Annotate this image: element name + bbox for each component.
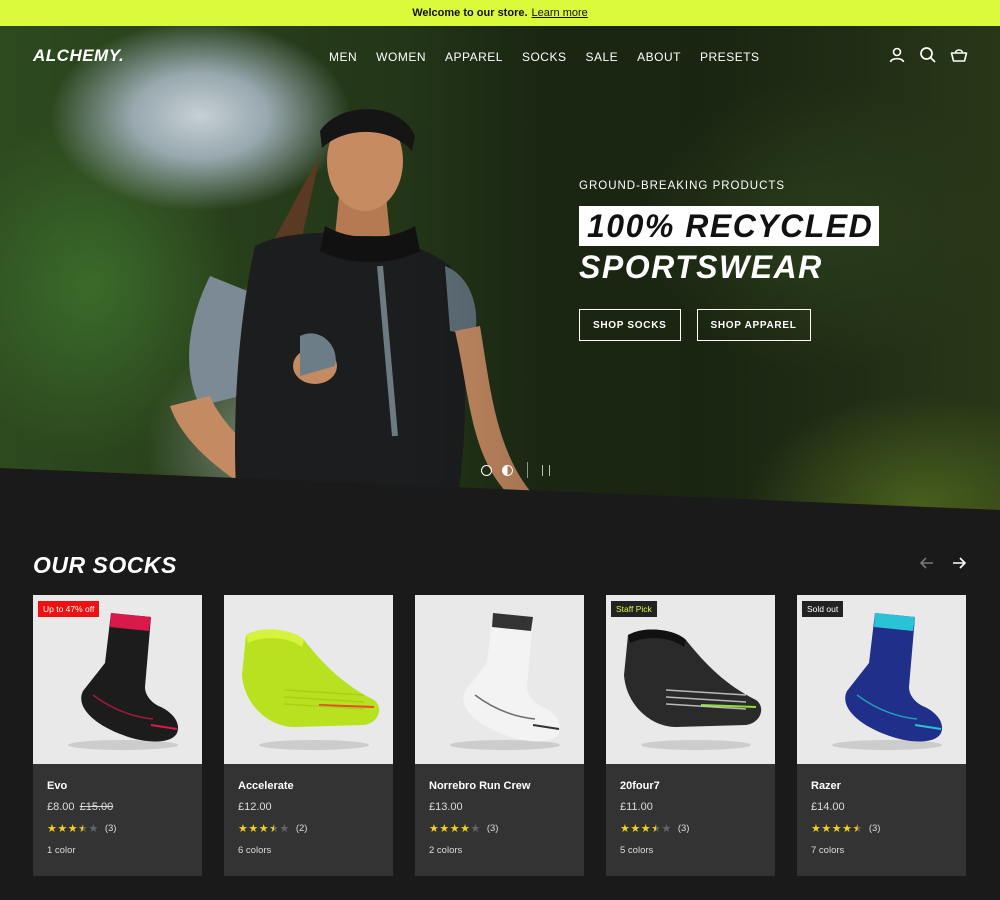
product-image[interactable]: Staff Pick: [606, 595, 775, 764]
review-count: (2): [295, 823, 308, 834]
product-price: £13.00: [429, 801, 463, 813]
slider-controls: [481, 462, 550, 478]
star-rating: ★★★★★: [811, 823, 863, 835]
nav-item-socks[interactable]: SOCKS: [522, 50, 567, 64]
product-rating: ★★★★★ (3): [811, 822, 952, 835]
arrow-right-icon[interactable]: [951, 555, 967, 571]
arrow-left-icon[interactable]: [919, 555, 935, 571]
color-count: 2 colors: [429, 845, 463, 856]
color-count: 6 colors: [238, 845, 272, 856]
sock-image: [242, 629, 380, 750]
announcement-bar: Welcome to our store. Learn more: [0, 0, 1000, 26]
product-image[interactable]: Up to 47% off: [33, 595, 202, 764]
product-price: £14.00: [811, 801, 845, 813]
shop-apparel-button[interactable]: SHOP APPAREL: [696, 309, 811, 341]
hero-banner: ALCHEMY. MEN WOMEN APPAREL SOCKS SALE AB…: [0, 26, 1000, 510]
product-name[interactable]: Norrebro Run Crew: [429, 780, 570, 792]
review-count: (3): [868, 823, 881, 834]
product-price: £8.00 £15.00: [47, 801, 188, 813]
slide-dot-1[interactable]: [481, 464, 492, 476]
nav-icons: [888, 46, 968, 64]
slider-divider: [527, 462, 528, 478]
section-title: OUR SOCKS: [33, 552, 177, 578]
product-card[interactable]: Accelerate £12.00 ★★★★★ (2) 6 colors: [224, 595, 393, 876]
product-card[interactable]: Staff Pick 20four7 £11.00 ★★★★★ (3) 5 col…: [606, 595, 775, 876]
product-rating: ★★★★★ (2): [238, 822, 379, 835]
shop-socks-button[interactable]: SHOP SOCKS: [579, 309, 681, 341]
review-count: (3): [677, 823, 690, 834]
main-nav: ALCHEMY. MEN WOMEN APPAREL SOCKS SALE AB…: [0, 26, 1000, 86]
hero-cta-row: SHOP SOCKS SHOP APPAREL: [579, 309, 879, 341]
product-image[interactable]: [415, 595, 584, 764]
product-name[interactable]: Accelerate: [238, 780, 379, 792]
product-name[interactable]: Razer: [811, 780, 952, 792]
product-price: £11.00: [620, 801, 653, 813]
review-count: (3): [486, 823, 499, 834]
sold-out-badge: Sold out: [802, 601, 844, 617]
sock-image: [68, 613, 179, 750]
nav-item-presets[interactable]: PRESETS: [700, 50, 760, 64]
slide-dot-2[interactable]: [502, 464, 513, 476]
product-name[interactable]: Evo: [47, 780, 188, 792]
staff-pick-badge: Staff Pick: [611, 601, 657, 617]
nav-item-about[interactable]: ABOUT: [637, 50, 681, 64]
product-price: £12.00: [238, 801, 272, 813]
carousel-arrows: [919, 555, 967, 571]
nav-item-men[interactable]: MEN: [329, 50, 357, 64]
product-image[interactable]: Sold out: [797, 595, 966, 764]
basket-icon[interactable]: [950, 46, 968, 64]
nav-item-apparel[interactable]: APPAREL: [445, 50, 503, 64]
color-count: 7 colors: [811, 845, 845, 856]
star-rating: ★★★★★: [238, 823, 290, 835]
hero-eyebrow: GROUND-BREAKING PRODUCTS: [579, 180, 786, 192]
announcement-text: Welcome to our store.: [412, 7, 528, 19]
review-count: (3): [104, 823, 117, 834]
product-card[interactable]: Norrebro Run Crew £13.00 ★★★★★ (3) 2 colo…: [415, 595, 584, 876]
color-count: 5 colors: [620, 845, 654, 856]
learn-more-link[interactable]: Learn more: [532, 7, 588, 19]
product-image[interactable]: [224, 595, 393, 764]
color-count: 1 color: [47, 845, 76, 856]
nav-item-sale[interactable]: SALE: [585, 50, 618, 64]
product-card[interactable]: Up to 47% off Evo £8.00 £15.00 ★★★★★ (3) …: [33, 595, 202, 876]
hero-headline-line1: 100% RECYCLED: [579, 206, 880, 246]
sale-price: £8.00: [47, 801, 75, 813]
product-card[interactable]: Sold out Razer £14.00 ★★★★★ (3) 7 colors: [797, 595, 966, 876]
pause-icon[interactable]: [542, 464, 550, 476]
star-rating: ★★★★★: [47, 823, 99, 835]
nav-menu: MEN WOMEN APPAREL SOCKS SALE ABOUT PRESE…: [329, 50, 760, 64]
product-name[interactable]: 20four7: [620, 780, 761, 792]
hero-content: GROUND-BREAKING PRODUCTS 100% RECYCLED S…: [579, 180, 880, 341]
socks-section: OUR SOCKS Up to 47% off Evo £8.00 £15.00…: [0, 510, 1000, 900]
discount-badge: Up to 47% off: [38, 601, 100, 617]
store-logo[interactable]: ALCHEMY.: [33, 46, 124, 66]
product-carousel: Up to 47% off Evo £8.00 £15.00 ★★★★★ (3) …: [33, 595, 966, 876]
compare-price: £15.00: [79, 801, 114, 813]
product-rating: ★★★★★ (3): [47, 822, 188, 835]
account-icon[interactable]: [888, 46, 906, 64]
product-rating: ★★★★★ (3): [429, 822, 570, 835]
sock-image: [832, 613, 943, 750]
search-icon[interactable]: [919, 46, 937, 64]
star-rating: ★★★★★: [429, 823, 481, 835]
sock-image: [450, 613, 561, 750]
star-rating: ★★★★★: [620, 823, 672, 835]
nav-item-women[interactable]: WOMEN: [376, 50, 426, 64]
hero-headline-line2: SPORTSWEAR: [579, 249, 823, 285]
sock-image: [624, 629, 762, 750]
product-rating: ★★★★★ (3): [620, 822, 761, 835]
